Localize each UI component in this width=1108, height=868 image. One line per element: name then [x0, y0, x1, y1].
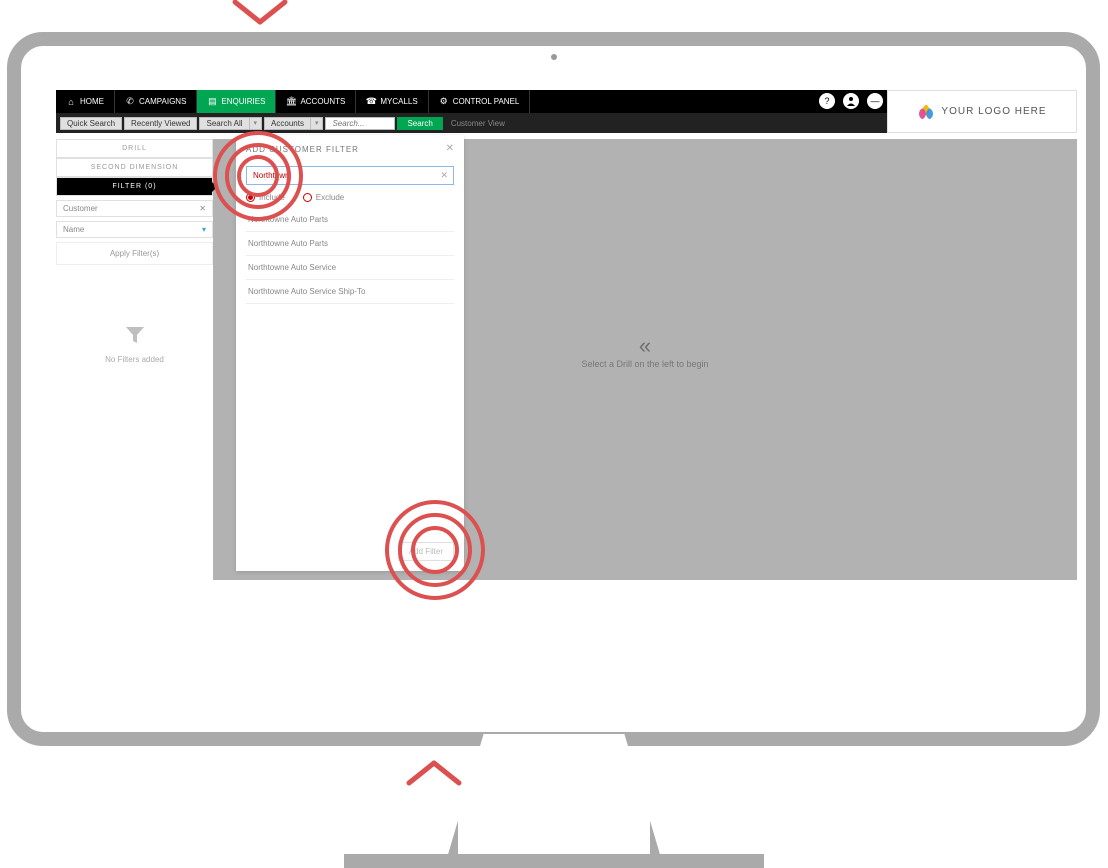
suggestion-list: Northtowne Auto Parts Northtowne Auto Pa… [246, 208, 454, 304]
monitor-base [344, 854, 764, 868]
search-scope-dropdown[interactable]: Search All▾ [199, 117, 262, 130]
camera-dot [551, 54, 557, 60]
filter-search-input[interactable] [246, 166, 454, 185]
chevron-down-icon: ▾ [311, 117, 324, 130]
nav-enquiries[interactable]: ▤ ENQUIRIES [197, 90, 276, 113]
filter-customer-label: Customer [63, 204, 98, 213]
suggestion-item[interactable]: Northtowne Auto Parts [246, 208, 454, 232]
nav-accounts-label: ACCOUNTS [300, 97, 345, 106]
monitor-stand [444, 734, 664, 868]
add-filter-modal: ADD CUSTOMER FILTER ✕ ✕ Include Exclude … [236, 135, 464, 571]
entity-label: Accounts [264, 117, 311, 130]
suggestion-item[interactable]: Northtowne Auto Service Ship-To [246, 280, 454, 304]
modal-title: ADD CUSTOMER FILTER [246, 145, 454, 154]
search-button[interactable]: Search [397, 117, 442, 130]
control-icon: ⚙ [439, 97, 449, 107]
suggestion-item[interactable]: Northtowne Auto Service [246, 256, 454, 280]
app: YOUR LOGO HERE ⌂ HOME ✆ CAMPAIGNS ▤ ENQUIRI… [56, 90, 1077, 580]
nav-enquiries-label: ENQUIRIES [221, 97, 265, 106]
close-modal-button[interactable]: ✕ [446, 143, 454, 154]
logo-swirl-icon [917, 103, 935, 121]
main-hint-text: Select a Drill on the left to begin [581, 359, 708, 369]
no-filters-text: No Filters added [56, 355, 213, 364]
accounts-icon: 🏛 [286, 97, 296, 107]
exclude-radio[interactable]: Exclude [303, 193, 344, 202]
quick-search-button[interactable]: Quick Search [60, 117, 122, 130]
apply-filters-button[interactable]: Apply Filter(s) [56, 242, 213, 265]
chevron-down-icon: ▾ [250, 117, 263, 130]
chevron-down-icon[interactable]: ▾ [202, 225, 206, 234]
nav-campaigns[interactable]: ✆ CAMPAIGNS [115, 90, 197, 113]
search-input[interactable] [325, 117, 395, 130]
mycalls-icon: ☎ [366, 97, 376, 107]
tab-filter[interactable]: FILTER (0) [56, 177, 213, 196]
help-button[interactable]: ? [819, 93, 835, 109]
funnel-icon [125, 325, 145, 345]
side-panel: DRILL SECOND DIMENSION FILTER (0) Custom… [56, 139, 213, 364]
chevron-down-icon [230, 0, 290, 30]
tab-second-dimension[interactable]: SECOND DIMENSION [56, 158, 213, 177]
radio-off-icon [303, 193, 312, 202]
add-filter-button[interactable]: Add Filter [398, 542, 454, 561]
nav-control[interactable]: ⚙ CONTROL PANEL [429, 90, 531, 113]
remove-filter-button[interactable]: ✕ [199, 204, 206, 213]
search-scope-label: Search All [199, 117, 249, 130]
nav-campaigns-label: CAMPAIGNS [139, 97, 186, 106]
tab-filter-label: FILTER (0) [112, 183, 156, 190]
exclude-label: Exclude [316, 193, 344, 202]
filter-name[interactable]: Name ▾ [56, 221, 213, 238]
recently-viewed-button[interactable]: Recently Viewed [124, 117, 197, 130]
filter-name-label: Name [63, 225, 84, 234]
tab-drill[interactable]: DRILL [56, 139, 213, 158]
include-radio[interactable]: Include [246, 193, 285, 202]
nav-home-label: HOME [80, 97, 104, 106]
home-icon: ⌂ [66, 97, 76, 107]
main-hint: « Select a Drill on the left to begin [581, 333, 708, 369]
nav-mycalls[interactable]: ☎ MYCALLS [356, 90, 428, 113]
campaign-icon: ✆ [125, 97, 135, 107]
user-icon [846, 96, 856, 106]
no-filters: No Filters added [56, 325, 213, 364]
nav-home[interactable]: ⌂ HOME [56, 90, 115, 113]
active-tab-pointer-icon [212, 182, 217, 192]
nav-control-label: CONTROL PANEL [453, 97, 520, 106]
entity-dropdown[interactable]: Accounts▾ [264, 117, 323, 130]
nav-accounts[interactable]: 🏛 ACCOUNTS [276, 90, 356, 113]
clear-input-button[interactable]: ✕ [440, 170, 448, 181]
more-button[interactable]: — [867, 93, 883, 109]
topnav: ⌂ HOME ✆ CAMPAIGNS ▤ ENQUIRIES 🏛 ACCOUNTS ☎ M… [56, 90, 887, 113]
logo: YOUR LOGO HERE [887, 90, 1077, 133]
customer-view-link[interactable]: Customer View [445, 119, 511, 128]
enquiry-icon: ▤ [207, 97, 217, 107]
chevron-up-icon [404, 755, 464, 787]
user-button[interactable] [843, 93, 859, 109]
filter-customer[interactable]: Customer ✕ [56, 200, 213, 217]
include-label: Include [259, 193, 285, 202]
nav-mycalls-label: MYCALLS [380, 97, 417, 106]
searchbar: Quick Search Recently Viewed Search All▾… [56, 113, 887, 133]
radio-on-icon [246, 193, 255, 202]
double-chevron-left-icon: « [581, 333, 708, 359]
logo-text: YOUR LOGO HERE [941, 106, 1046, 117]
suggestion-item[interactable]: Northtowne Auto Parts [246, 232, 454, 256]
